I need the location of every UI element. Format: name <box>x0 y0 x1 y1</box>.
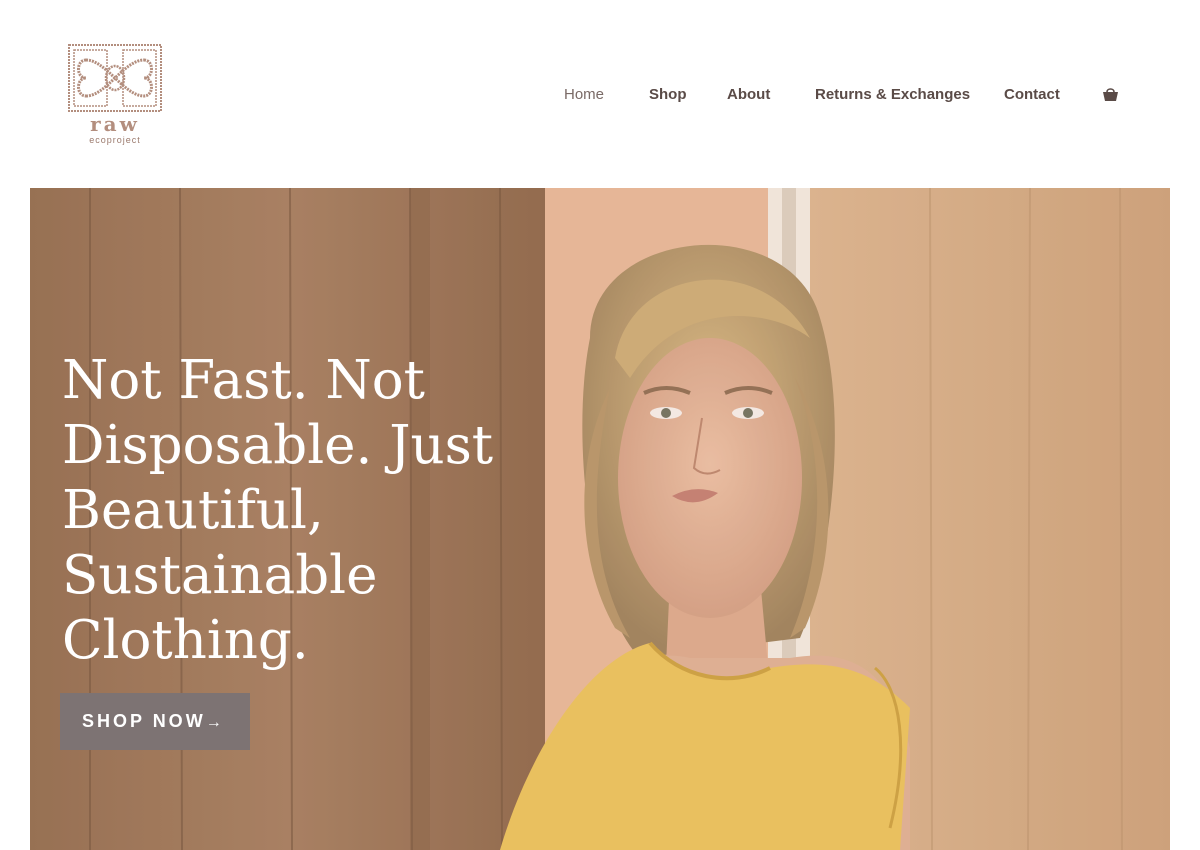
hero-banner: Not Fast. Not Disposable. Just Beautiful… <box>30 188 1170 850</box>
hero-headline: Not Fast. Not Disposable. Just Beautiful… <box>62 350 494 671</box>
shop-now-label: SHOP NOW <box>82 711 206 731</box>
nav-home[interactable]: Home <box>564 84 604 106</box>
logo-wordmark: raw <box>90 112 140 136</box>
nav-returns-exchanges[interactable]: Returns & Exchanges <box>815 84 970 106</box>
site-header: raw ecoproject Home Shop About Returns &… <box>0 0 1200 188</box>
main-nav: Home Shop About Returns & Exchanges Cont… <box>0 84 1200 106</box>
nav-shop[interactable]: Shop <box>649 84 687 106</box>
shopping-bag-icon[interactable] <box>1102 86 1119 103</box>
nav-contact[interactable]: Contact <box>1004 84 1060 106</box>
shop-now-button[interactable]: SHOP NOW→ <box>60 693 250 750</box>
nav-about[interactable]: About <box>727 84 770 106</box>
logo-tagline: ecoproject <box>89 135 141 145</box>
arrow-right-icon: → <box>205 714 222 731</box>
